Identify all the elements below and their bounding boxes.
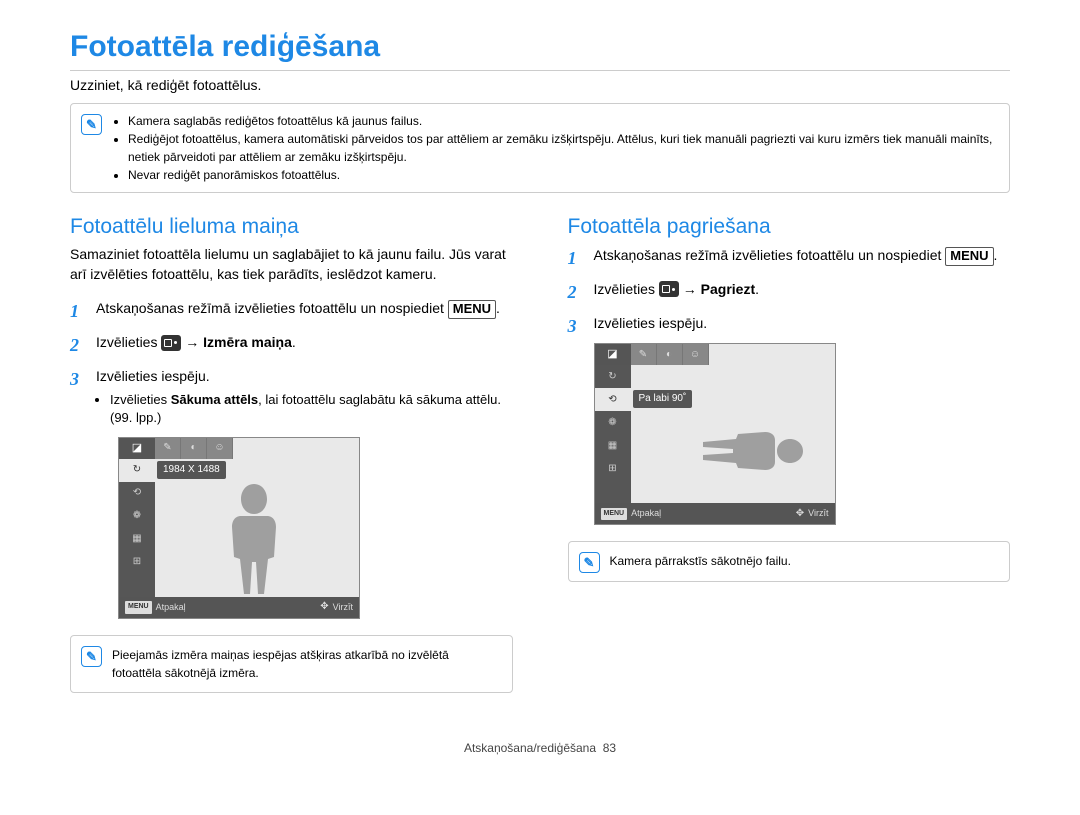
step-text: Atskaņošanas režīmā izvēlieties fotoattē… <box>594 247 946 263</box>
ss-side-icon: ⊞ <box>595 457 631 480</box>
edit-icon <box>161 335 181 351</box>
period: . <box>496 300 500 316</box>
rotate-step-3: 3 Izvēlieties iespēju. ◪ ✎ ◐ ☺ ↻ ⟲ <box>568 313 1011 531</box>
rotate-title: Fotoattēla pagriešana <box>568 215 1011 239</box>
intro-text: Uzziniet, kā rediģēt fotoattēlus. <box>70 77 1010 93</box>
ss-bottom-bar: MENU Atpakaļ ✥ Virzīt <box>119 597 359 618</box>
period: . <box>755 281 759 297</box>
person-silhouette-icon <box>204 484 304 599</box>
step-bold: Izmēra maiņa <box>203 334 292 350</box>
menu-button-label: MENU <box>448 300 496 319</box>
ss-tab-bar: ✎ ◐ ☺ <box>155 438 233 459</box>
ss-tab-icon: ✎ <box>155 438 181 459</box>
step-text: Atskaņošanas režīmā izvēlieties fotoattē… <box>96 300 448 316</box>
resize-step-1: 1 Atskaņošanas režīmā izvēlieties fotoat… <box>70 298 513 324</box>
resize-desc: Samaziniet fotoattēla lielumu un saglabā… <box>70 245 513 284</box>
ss-tab-icon: ✎ <box>631 344 657 365</box>
ss-move-label: Virzīt <box>808 507 828 520</box>
ss-tab-active: ◪ <box>119 438 155 459</box>
ss-side-icon: ⟲ <box>119 482 155 505</box>
top-info-list: Kamera saglabās rediģētos fotoattēlus kā… <box>112 112 999 184</box>
sub-bullet: Izvēlieties Sākuma attēls, lai fotoattēl… <box>96 391 513 427</box>
left-column: Fotoattēlu lieluma maiņa Samaziniet foto… <box>70 215 513 715</box>
ss-tab-bar: ✎ ◐ ☺ <box>631 344 709 365</box>
step-number: 3 <box>568 313 582 531</box>
ss-sidebar: ↻ ⟲ ❁ ▦ ⊞ <box>119 459 155 597</box>
ss-rotation-label: Pa labi 90˚ <box>633 390 693 408</box>
ss-back-label: Atpakaļ <box>631 507 661 520</box>
ss-side-rotate-icon: ↻ <box>119 459 155 482</box>
menu-pill-icon: MENU <box>601 508 628 520</box>
title-divider <box>70 70 1010 71</box>
rotate-screenshot: ◪ ✎ ◐ ☺ ↻ ⟲ ❁ ▦ ⊞ Pa lab <box>594 343 836 525</box>
arrow-text: → <box>185 334 203 350</box>
ss-side-icon: ⊞ <box>119 551 155 574</box>
ss-resolution-label: 1984 X 1488 <box>157 461 226 479</box>
step-text: Izvēlieties <box>594 281 659 297</box>
ss-bottom-bar: MENU Atpakaļ ✥ Virzīt <box>595 503 835 524</box>
sub-bullet-item: Izvēlieties Sākuma attēls, lai fotoattēl… <box>110 391 513 427</box>
period: . <box>292 334 296 350</box>
arrow-text: → <box>683 281 701 297</box>
resize-info-box: ✎ Pieejamās izmēra maiņas iespējas atšķi… <box>70 635 513 693</box>
ss-tab-icon: ◐ <box>181 438 207 459</box>
resize-step-3: 3 Izvēlieties iespēju. Izvēlieties Sākum… <box>70 366 513 625</box>
ss-sidebar: ↻ ⟲ ❁ ▦ ⊞ <box>595 365 631 503</box>
resize-info-text: Pieejamās izmēra maiņas iespējas atšķira… <box>112 646 502 682</box>
top-info-box: ✎ Kamera saglabās rediģētos fotoattēlus … <box>70 103 1010 193</box>
ss-tab-icon: ◐ <box>657 344 683 365</box>
step-bold: Pagriezt <box>701 281 755 297</box>
dpad-icon: ✥ <box>796 507 804 522</box>
ss-side-icon: ❁ <box>595 411 631 434</box>
resize-title: Fotoattēlu lieluma maiņa <box>70 215 513 239</box>
top-info-item: Kamera saglabās rediģētos fotoattēlus kā… <box>128 112 999 130</box>
ss-side-icon: ▦ <box>595 434 631 457</box>
ss-move-label: Virzīt <box>333 601 353 614</box>
rotate-step-2: 2 Izvēlieties → Pagriezt. <box>568 279 1011 305</box>
ss-back-label: Atpakaļ <box>156 601 186 614</box>
rotate-info-text: Kamera pārrakstīs sākotnējo failu. <box>610 552 791 570</box>
right-column: Fotoattēla pagriešana 1 Atskaņošanas rež… <box>568 215 1011 715</box>
menu-button-label: MENU <box>945 247 993 266</box>
ss-side-icon: ▦ <box>119 528 155 551</box>
rotate-step-1: 1 Atskaņošanas režīmā izvēlieties fotoat… <box>568 245 1011 271</box>
period: . <box>994 247 998 263</box>
footer-page: 83 <box>603 741 616 755</box>
resize-step-2: 2 Izvēlieties → Izmēra maiņa. <box>70 332 513 358</box>
info-icon: ✎ <box>579 552 600 573</box>
ss-tab-icon: ☺ <box>207 438 233 459</box>
info-icon: ✎ <box>81 646 102 667</box>
top-info-item: Nevar rediģēt panorāmiskos fotoattēlus. <box>128 166 999 184</box>
page-title: Fotoattēla rediģēšana <box>70 30 1010 64</box>
step-number: 1 <box>70 298 84 324</box>
step-number: 3 <box>70 366 84 625</box>
step-text: Izvēlieties <box>96 334 161 350</box>
rotate-info-box: ✎ Kamera pārrakstīs sākotnējo failu. <box>568 541 1011 582</box>
step-number: 2 <box>568 279 582 305</box>
top-info-item: Rediģējot fotoattēlus, kamera automātisk… <box>128 130 999 166</box>
info-icon: ✎ <box>81 114 102 135</box>
person-lying-silhouette-icon <box>655 414 810 489</box>
ss-side-rotate-icon: ⟲ <box>595 388 631 411</box>
menu-pill-icon: MENU <box>125 601 152 613</box>
ss-tab-active: ◪ <box>595 344 631 365</box>
edit-icon <box>659 281 679 297</box>
ss-side-icon: ❁ <box>119 505 155 528</box>
ss-side-icon: ↻ <box>595 365 631 388</box>
step-text: Izvēlieties iespēju. <box>594 315 708 331</box>
dpad-icon: ✥ <box>320 600 328 615</box>
footer-section: Atskaņošana/rediģēšana <box>464 741 596 755</box>
step-number: 1 <box>568 245 582 271</box>
step-number: 2 <box>70 332 84 358</box>
step-text: Izvēlieties iespēju. <box>96 368 210 384</box>
ss-tab-icon: ☺ <box>683 344 709 365</box>
resize-screenshot: ◪ ✎ ◐ ☺ ↻ ⟲ ❁ ▦ ⊞ 1984 X <box>118 437 360 619</box>
footer: Atskaņošana/rediģēšana 83 <box>70 741 1010 755</box>
